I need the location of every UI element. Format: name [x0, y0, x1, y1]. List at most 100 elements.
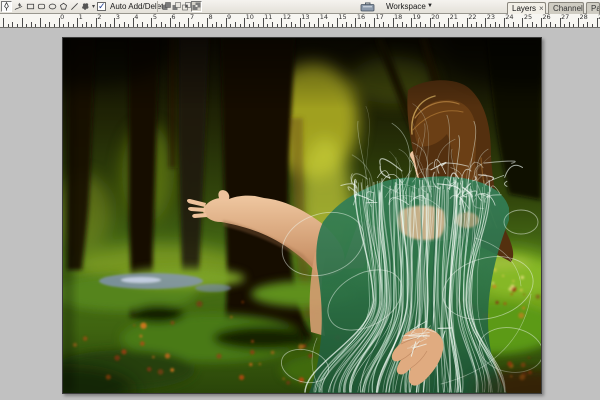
flower-dot: [170, 320, 175, 325]
ruler-tick: [165, 24, 167, 27]
ruler-tick: [527, 24, 528, 27]
ruler-number: 22: [468, 14, 477, 21]
ruler-tick: [406, 24, 408, 27]
workspace-dropdown[interactable]: Workspace: [386, 2, 426, 11]
ruler-tick: [81, 24, 83, 27]
ruler-tick: [364, 22, 366, 27]
ruler-tick: [401, 22, 403, 27]
grass-glint: [491, 281, 495, 285]
ruler-tick: [443, 24, 445, 27]
flower-dot: [196, 300, 203, 307]
ruler-tick: [253, 22, 255, 27]
custom-shape-tool-button[interactable]: [80, 1, 91, 12]
flower-dot: [239, 374, 245, 380]
ruler-number: 13: [301, 14, 310, 21]
ruler-tick: [378, 24, 380, 27]
ruler-number: 10: [245, 14, 254, 21]
ruler-tick: [105, 22, 106, 27]
ruler-tick: [276, 24, 278, 27]
ruler-number: 7: [189, 14, 195, 21]
ruler-tick: [489, 24, 491, 27]
flower-dot: [503, 302, 507, 306]
flower-dot: [241, 300, 244, 304]
ellipse-tool-button[interactable]: [47, 1, 58, 12]
flower-dot: [495, 301, 499, 304]
tab-channels-label: Channels: [553, 4, 584, 13]
ruler-tick: [346, 22, 348, 27]
intersect-shape-icon: [182, 2, 191, 11]
ruler-tick: [183, 24, 185, 27]
ruler-tick: [67, 22, 69, 27]
ruler-tick: [271, 22, 273, 27]
ruler-number: 18: [394, 14, 403, 21]
ruler-tick: [313, 24, 315, 27]
tab-close-icon[interactable]: ×: [539, 4, 544, 13]
exclude-shape-icon: [192, 2, 201, 10]
ruler-tick: [54, 24, 55, 27]
rectangle-icon: [26, 3, 35, 10]
horizontal-ruler[interactable]: 0 1 2 3 4 5 6 7 8 9 10 11 12 13 14 15 16 17 18 19 20 21 22 23 24…: [0, 14, 600, 28]
document-canvas[interactable]: [62, 37, 542, 394]
rounded-rectangle-tool-button[interactable]: [36, 1, 47, 12]
grass-glint: [502, 274, 505, 277]
freeform-pen-tool-button[interactable]: [13, 1, 24, 12]
flower-dot: [507, 361, 513, 367]
flower-dot: [139, 334, 143, 338]
rectangle-tool-button[interactable]: [25, 1, 36, 12]
add-shape-icon: [162, 2, 171, 10]
ruler-tick: [285, 24, 287, 27]
ruler-tick: [2, 18, 4, 27]
flower-dot: [286, 380, 291, 385]
ruler-tick: [230, 24, 232, 27]
ruler-number: 12: [282, 14, 291, 21]
auto-add-delete-checkbox[interactable]: ✓: [97, 2, 106, 11]
polygon-tool-button[interactable]: [58, 1, 69, 12]
ruler-number: 28: [579, 14, 588, 21]
ruler-tick: [327, 22, 329, 27]
ruler-number: 3: [115, 14, 120, 21]
go-to-bridge-button[interactable]: [359, 1, 377, 12]
ruler-tick: [494, 22, 496, 27]
rounded-rectangle-icon: [37, 3, 46, 10]
tab-paths-clipped[interactable]: Pa: [586, 2, 600, 14]
ruler-number: 24: [505, 14, 514, 21]
ruler-tick: [123, 22, 125, 27]
ruler-number: 27: [560, 14, 570, 21]
workspace-caret-icon[interactable]: ▼: [427, 3, 433, 9]
ruler-tick: [63, 24, 65, 27]
flower-dot: [282, 377, 285, 381]
ruler-tick: [44, 24, 46, 27]
ruler-tick: [415, 24, 417, 27]
ruler-tick: [332, 24, 334, 27]
flower-dot: [72, 342, 77, 347]
flower-dot: [133, 324, 136, 327]
ruler-tick: [582, 24, 584, 27]
ruler-tick: [369, 24, 371, 27]
tab-channels[interactable]: Channels: [548, 2, 584, 14]
ruler-tick: [517, 24, 519, 27]
ruler-tick: [248, 24, 250, 27]
pen-icon: [4, 2, 9, 11]
ruler-tick: [499, 24, 501, 27]
ruler-tick: [137, 24, 139, 27]
pen-tool-button[interactable]: [1, 1, 12, 12]
flower-dot: [121, 349, 127, 355]
ruler-tick: [564, 24, 566, 27]
tool-options-caret-icon[interactable]: ▾: [92, 4, 95, 10]
flower-dot: [521, 306, 526, 310]
tab-layers[interactable]: Layers ×: [507, 2, 546, 14]
ruler-tick: [383, 22, 385, 27]
flower-dot: [146, 367, 152, 372]
ruler-tick: [72, 24, 74, 27]
line-tool-button[interactable]: [69, 1, 80, 12]
exclude-shape-areas-button[interactable]: [191, 1, 202, 12]
ruler-tick: [267, 24, 269, 27]
ruler-tick: [220, 24, 222, 27]
flower-dot: [140, 341, 145, 346]
ruler-tick: [545, 24, 547, 27]
ruler-number: 6: [171, 14, 176, 21]
ruler-tick: [16, 24, 18, 27]
ruler-tick: [211, 24, 213, 27]
freeform-pen-icon: [14, 2, 23, 11]
ruler-number: 17: [375, 14, 384, 21]
